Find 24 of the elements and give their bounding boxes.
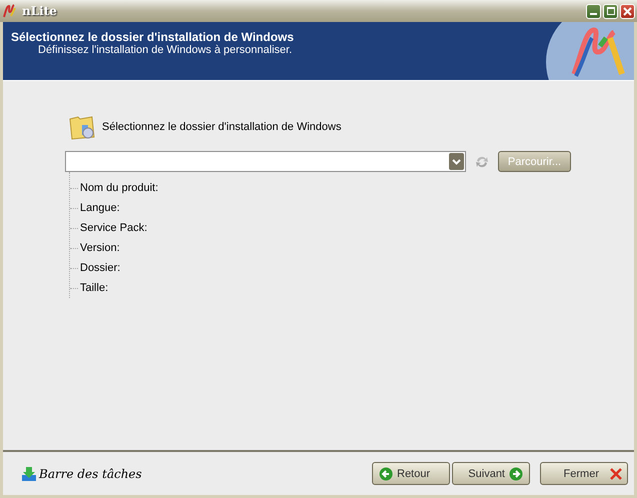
close-icon xyxy=(623,6,632,16)
close-wizard-button[interactable]: Fermer xyxy=(540,462,628,485)
info-label: Langue: xyxy=(80,202,120,214)
back-button[interactable]: Retour xyxy=(372,462,450,485)
header-title: Sélectionnez le dossier d'installation de Windows xyxy=(11,30,294,44)
section-label: Sélectionnez le dossier d'installation de Windows xyxy=(102,121,342,133)
folder-combo-box[interactable] xyxy=(65,151,466,172)
info-label: Version: xyxy=(80,242,120,254)
info-label: Nom du produit: xyxy=(80,182,158,194)
header-subtitle: Définissez l'installation de Windows à personnaliser. xyxy=(37,44,294,56)
window-title: nLite xyxy=(22,4,57,18)
download-tray-icon xyxy=(21,466,37,482)
minimize-button[interactable] xyxy=(586,4,601,18)
next-button[interactable]: Suivant xyxy=(452,462,530,485)
info-label: Dossier: xyxy=(80,262,120,274)
close-button[interactable] xyxy=(620,4,635,18)
taskbar-link[interactable]: Barre des tâches xyxy=(39,466,142,480)
info-label: Service Pack: xyxy=(80,222,148,234)
left-arrow-icon xyxy=(379,466,393,480)
info-label: Taille: xyxy=(80,282,108,294)
close-icon xyxy=(609,466,623,480)
right-arrow-icon xyxy=(509,466,523,480)
app-logo-icon xyxy=(2,4,18,18)
maximize-button[interactable] xyxy=(603,4,618,18)
